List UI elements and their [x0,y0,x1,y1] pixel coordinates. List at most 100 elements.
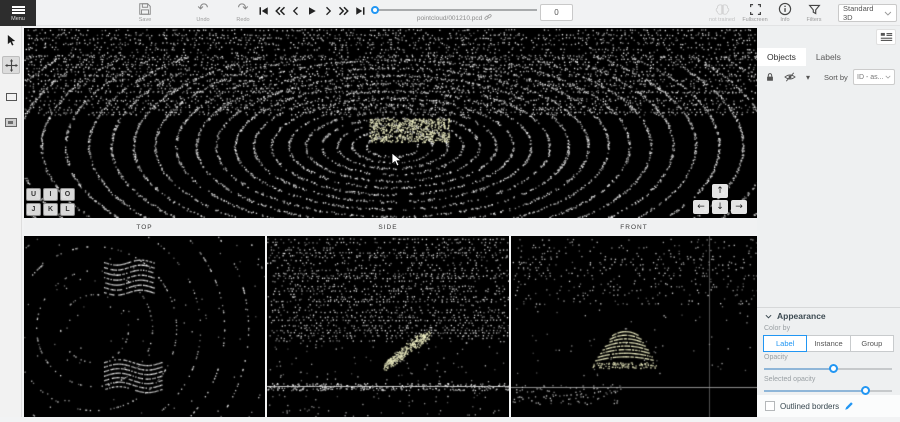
chevron-down-icon [884,11,892,16]
fast-rewind-button[interactable] [272,3,288,19]
cursor-icon [6,34,17,47]
side-viewport[interactable] [267,236,509,417]
pan-left-button[interactable]: ← [693,200,709,214]
key-o[interactable]: O [60,188,75,201]
select-tool-button[interactable] [2,31,20,49]
redo-icon: ↷ [238,2,249,16]
menu-button[interactable]: Menu [0,0,36,26]
color-by-instance-option[interactable]: Instance [806,335,850,352]
eye-slash-icon [784,72,796,82]
rectangle-icon [6,93,17,101]
tab-objects[interactable]: Objects [757,48,806,66]
appearance-header[interactable]: Appearance [765,311,826,321]
top-toolbar: Menu Save ↶ Undo ↷ Redo [0,0,900,26]
fast-forward-button[interactable] [336,3,352,19]
filter-icon [808,2,821,16]
opacity-slider-fill [764,368,834,370]
main-3d-canvas [24,28,757,218]
pan-right-button[interactable]: → [731,200,747,214]
color-by-group-option[interactable]: Group [850,335,894,352]
appearance-section: Appearance Color by Label Instance Group… [757,307,900,417]
lock-icon [765,72,775,82]
filters-button[interactable]: Filters [797,2,831,23]
box-draw-tool-button[interactable] [2,88,20,106]
hamburger-icon [12,5,25,15]
skip-to-start-button[interactable] [256,3,272,19]
undo-button-label: Undo [196,17,209,23]
top-view-canvas [24,236,265,417]
color-by-label-option[interactable]: Label [763,335,807,352]
opacity-slider[interactable] [764,364,892,374]
save-button[interactable]: Save [128,2,162,23]
ortho-viewports [24,236,757,417]
mouse-cursor [391,152,403,168]
panel-collapse-button[interactable] [876,29,896,45]
panel-tabs: Objects Labels [757,48,900,66]
key-j[interactable]: J [26,203,41,216]
viewport-label-bar: TOP SIDE FRONT [24,220,757,234]
link-icon [484,13,492,21]
top-viewport[interactable] [24,236,265,417]
save-button-label: Save [139,17,152,23]
pan-up-button[interactable]: ↑ [712,184,728,198]
front-view-canvas [511,236,757,417]
pan-down-button[interactable]: ↓ [712,200,728,214]
play-button[interactable] [304,3,320,19]
outlined-borders-checkbox[interactable] [765,401,775,411]
object-list-toolbar: ▾ Sort by ID - as... [757,68,900,86]
image-icon [5,118,17,127]
view-mode-value: Standard 3D [843,4,884,22]
indent-list-icon [880,32,893,42]
left-tool-sidebar [0,26,22,417]
opacity-slider-handle[interactable] [829,364,838,373]
front-view-label: FRONT [511,220,757,234]
chevron-down-icon [885,75,891,79]
menu-button-label: Menu [11,16,25,22]
move-tool-button[interactable] [2,56,20,74]
edit-pen-icon[interactable] [844,401,854,411]
redo-button[interactable]: ↷ Redo [226,2,260,23]
move-icon [5,59,18,72]
key-u[interactable]: U [26,188,41,201]
ai-model-label: not trained [709,17,735,23]
ai-model-button[interactable]: not trained [705,2,739,23]
main-3d-viewport[interactable]: U I O J K L ↑ ← ↓ → [24,28,757,218]
sort-order-select[interactable]: ID - as... [853,69,895,85]
tab-labels[interactable]: Labels [806,48,851,66]
frame-number-input[interactable] [540,4,573,21]
sort-by-label: Sort by [824,73,848,82]
top-view-label: TOP [24,220,265,234]
view-mode-select[interactable]: Standard 3D [838,4,897,22]
color-by-segmented-control: Label Instance Group [763,335,894,352]
selected-opacity-slider-fill [764,390,866,392]
image-view-tool-button[interactable] [2,113,20,131]
undo-button[interactable]: ↶ Undo [186,2,220,23]
lock-all-button[interactable] [765,72,775,82]
hide-all-button[interactable] [784,72,796,82]
fullscreen-button[interactable]: Fullscreen [738,2,772,23]
filters-label: Filters [807,17,822,23]
info-label: Info [780,17,789,23]
filename-label: pointcloud/001210.pcd [417,15,482,22]
skip-to-end-button[interactable] [352,3,368,19]
frame-timeline: pointcloud/001210.pcd [372,0,537,26]
chevron-down-icon [765,314,772,319]
filename-row: pointcloud/001210.pcd [372,13,537,22]
save-icon [138,2,152,16]
fullscreen-icon [749,2,762,16]
fullscreen-label: Fullscreen [742,17,767,23]
key-k[interactable]: K [43,203,58,216]
color-by-label: Color by [764,325,790,332]
key-l[interactable]: L [60,203,75,216]
previous-frame-button[interactable] [288,3,304,19]
expand-all-caret[interactable]: ▾ [806,73,810,82]
timeline-slider-track[interactable] [372,9,537,11]
front-viewport[interactable] [511,236,757,417]
key-i[interactable]: I [43,188,58,201]
selected-opacity-label: Selected opacity [764,376,815,383]
pan-arrow-pad: ↑ ← ↓ → [693,184,747,214]
next-frame-button[interactable] [320,3,336,19]
outlined-borders-label: Outlined borders [780,402,839,411]
sort-order-value: ID - as... [857,74,883,81]
selected-opacity-slider-handle[interactable] [861,386,870,395]
